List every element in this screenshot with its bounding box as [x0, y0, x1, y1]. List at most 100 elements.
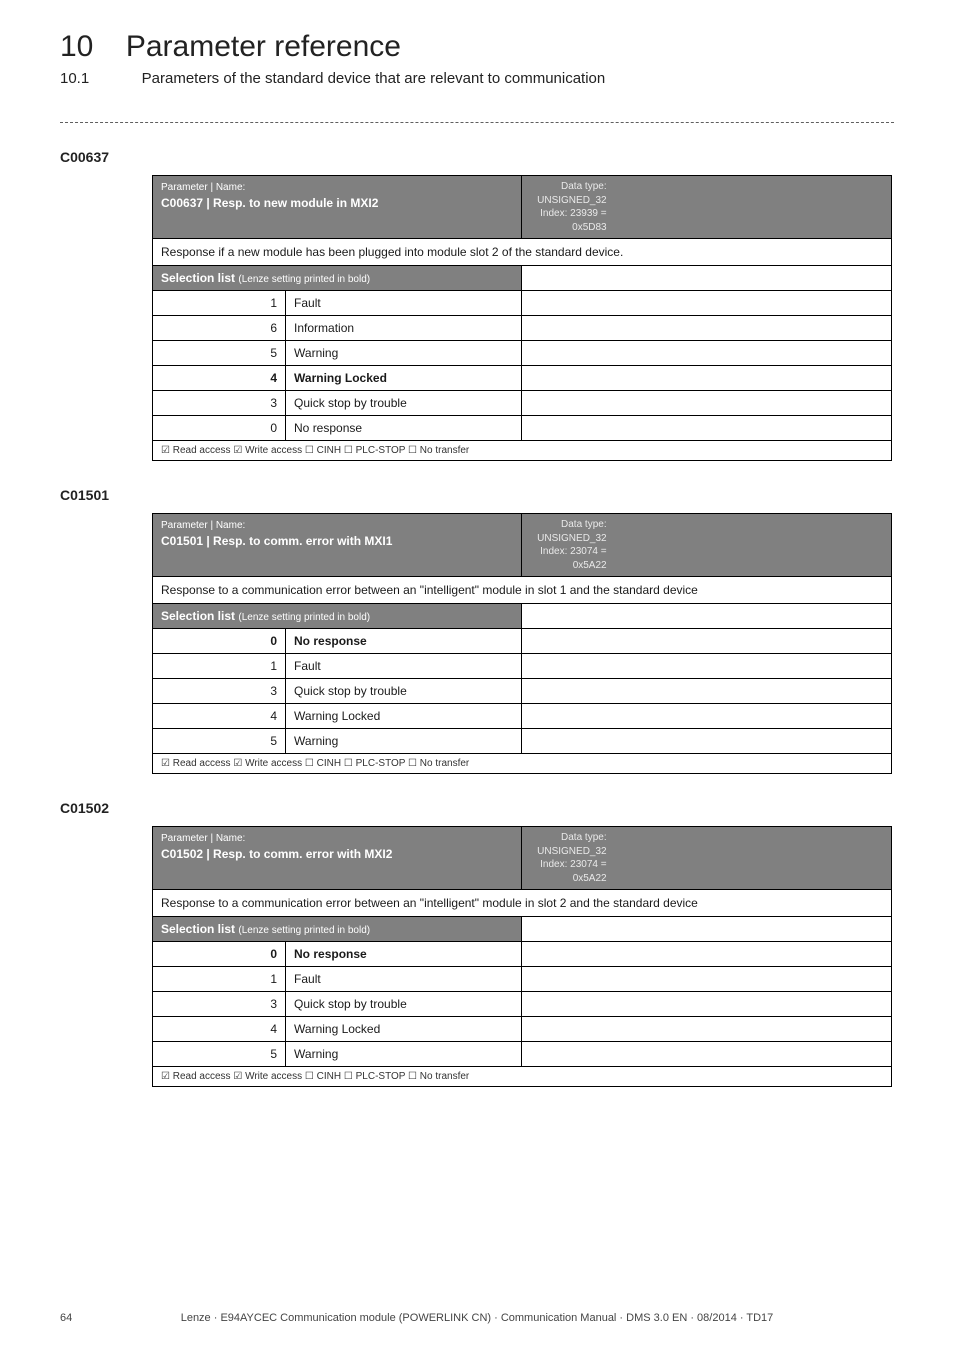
selection-number: 4 [153, 366, 286, 391]
selection-value: Warning Locked [286, 366, 522, 391]
param-name-cell: Parameter | Name: C01502 | Resp. to comm.… [153, 827, 429, 867]
param-datatype: Data type: UNSIGNED_32 [537, 181, 606, 206]
param-index: Index: 23074 = 0x5A22 [540, 546, 606, 571]
selection-row: 3Quick stop by trouble [153, 391, 892, 416]
selection-row: 5Warning [153, 1042, 892, 1067]
param-table: Parameter | Name: C01501 | Resp. to comm.… [152, 513, 892, 774]
selection-value: Fault [286, 654, 522, 679]
selection-row: 4Warning Locked [153, 366, 892, 391]
selection-number: 0 [153, 629, 286, 654]
selection-number: 0 [153, 416, 286, 441]
selection-number: 4 [153, 704, 286, 729]
selection-value: No response [286, 942, 522, 967]
selection-value: Warning Locked [286, 704, 522, 729]
selection-number: 3 [153, 992, 286, 1017]
param-name-label: Parameter | Name: [161, 182, 245, 193]
selection-header-blank [522, 266, 892, 291]
param-description: Response to a communication error betwee… [153, 577, 892, 604]
selection-list-header: Selection list (Lenze setting printed in… [153, 604, 522, 629]
param-name-label: Parameter | Name: [161, 833, 245, 844]
param-index: Index: 23074 = 0x5A22 [540, 859, 606, 884]
selection-number: 1 [153, 967, 286, 992]
selection-value: Warning [286, 1042, 522, 1067]
selection-list-header: Selection list (Lenze setting printed in… [153, 266, 522, 291]
param-datatype-cell: Data type: UNSIGNED_32Index: 23939 = 0x5… [522, 176, 614, 238]
selection-row: 5Warning [153, 729, 892, 754]
selection-value: Warning [286, 341, 522, 366]
page: 10 Parameter reference 10.1 Parameters o… [0, 0, 954, 1350]
selection-row: 6Information [153, 316, 892, 341]
selection-blank [522, 316, 892, 341]
param-code-heading: C01502 [60, 800, 894, 816]
chapter-number: 10 [60, 30, 93, 64]
selection-blank [522, 391, 892, 416]
selection-number: 1 [153, 654, 286, 679]
selection-row: 3Quick stop by trouble [153, 992, 892, 1017]
selection-value: Quick stop by trouble [286, 679, 522, 704]
selection-number: 4 [153, 1017, 286, 1042]
selection-row: 0No response [153, 416, 892, 441]
selection-number: 6 [153, 316, 286, 341]
param-description: Response if a new module has been plugge… [153, 239, 892, 266]
selection-number: 5 [153, 729, 286, 754]
selection-row: 1Fault [153, 967, 892, 992]
selection-value: No response [286, 416, 522, 441]
param-datatype: Data type: UNSIGNED_32 [537, 519, 606, 544]
selection-value: Quick stop by trouble [286, 992, 522, 1017]
selection-blank [522, 416, 892, 441]
selection-value: Quick stop by trouble [286, 391, 522, 416]
selection-blank [522, 942, 892, 967]
selection-row: 0No response [153, 942, 892, 967]
selection-row: 1Fault [153, 654, 892, 679]
param-datatype-cell: Data type: UNSIGNED_32Index: 23074 = 0x5… [522, 827, 614, 889]
selection-number: 1 [153, 291, 286, 316]
selection-value: Fault [286, 967, 522, 992]
selection-blank [522, 1042, 892, 1067]
access-flags: ☑ Read access ☑ Write access ☐ CINH ☐ PL… [153, 754, 892, 774]
param-code-heading: C00637 [60, 149, 894, 165]
selection-row: 5Warning [153, 341, 892, 366]
doc-id: Lenze · E94AYCEC Communication module (P… [60, 1312, 894, 1324]
chapter-title: Parameter reference [126, 30, 401, 63]
selection-value: Warning [286, 729, 522, 754]
selection-blank [522, 729, 892, 754]
selection-value: Fault [286, 291, 522, 316]
selection-row: 3Quick stop by trouble [153, 679, 892, 704]
param-name-label: Parameter | Name: [161, 520, 245, 531]
subsection-title: Parameters of the standard device that a… [142, 70, 606, 87]
chapter-heading: 10 Parameter reference [60, 30, 894, 64]
param-index: Index: 23939 = 0x5D83 [540, 208, 606, 233]
selection-blank [522, 291, 892, 316]
selection-number: 0 [153, 942, 286, 967]
selection-value: No response [286, 629, 522, 654]
selection-blank [522, 704, 892, 729]
param-datatype-cell: Data type: UNSIGNED_32Index: 23074 = 0x5… [522, 514, 614, 576]
param-code-heading: C01501 [60, 487, 894, 503]
access-flags: ☑ Read access ☑ Write access ☐ CINH ☐ PL… [153, 1067, 892, 1087]
param-name-value: C01501 | Resp. to comm. error with MXI1 [161, 534, 392, 548]
param-datatype: Data type: UNSIGNED_32 [537, 832, 606, 857]
selection-number: 3 [153, 391, 286, 416]
param-table: Parameter | Name: C00637 | Resp. to new m… [152, 175, 892, 461]
param-description: Response to a communication error betwee… [153, 890, 892, 917]
selection-number: 5 [153, 1042, 286, 1067]
selection-blank [522, 341, 892, 366]
selection-blank [522, 1017, 892, 1042]
selection-blank [522, 679, 892, 704]
access-flags: ☑ Read access ☑ Write access ☐ CINH ☐ PL… [153, 441, 892, 461]
param-name-cell: Parameter | Name: C00637 | Resp. to new m… [153, 176, 429, 216]
subsection-number: 10.1 [60, 70, 89, 87]
param-name-value: C00637 | Resp. to new module in MXI2 [161, 196, 378, 210]
param-name-cell: Parameter | Name: C01501 | Resp. to comm.… [153, 514, 429, 554]
selection-blank [522, 992, 892, 1017]
selection-header-blank [522, 604, 892, 629]
page-footer: 64 Lenze · E94AYCEC Communication module… [60, 1312, 894, 1324]
selection-value: Information [286, 316, 522, 341]
dashed-divider [60, 122, 894, 123]
selection-number: 3 [153, 679, 286, 704]
selection-list-header: Selection list (Lenze setting printed in… [153, 917, 522, 942]
selection-blank [522, 967, 892, 992]
param-name-value: C01502 | Resp. to comm. error with MXI2 [161, 847, 392, 861]
selection-blank [522, 629, 892, 654]
selection-number: 5 [153, 341, 286, 366]
